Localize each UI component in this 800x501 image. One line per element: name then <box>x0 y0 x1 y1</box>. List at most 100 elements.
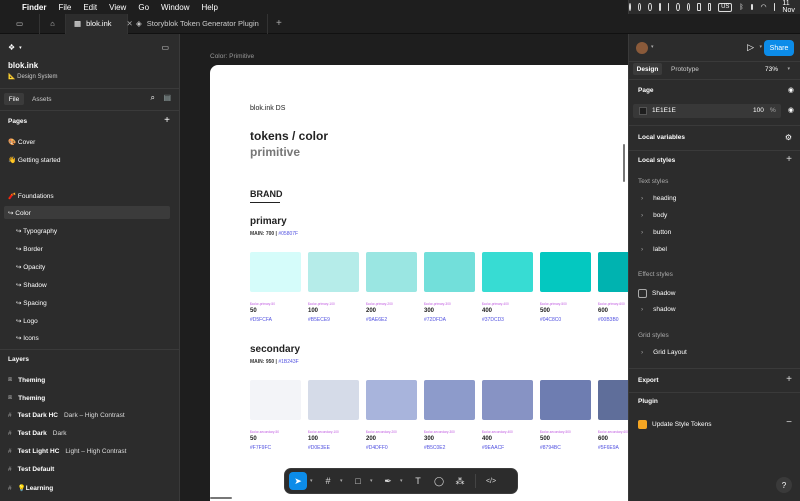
remove-plugin-icon[interactable]: − <box>786 417 792 428</box>
effect-group-shadow[interactable]: › shadow <box>641 306 676 313</box>
figma-menu[interactable]: ▭ <box>0 13 40 34</box>
color-frame[interactable]: blok.ink DS tokens / color primitive BRA… <box>210 65 628 501</box>
tab-file[interactable]: File <box>4 93 24 105</box>
text-style-label[interactable]: › label <box>641 246 667 253</box>
chevron-down-icon[interactable]: ▾ <box>310 478 316 484</box>
input-source[interactable]: US <box>718 2 733 12</box>
page-icons[interactable]: ↪ Icons <box>8 331 174 344</box>
eye-icon[interactable] <box>648 3 652 11</box>
layer-item[interactable]: ⧈ Theming <box>8 394 45 402</box>
text-style-body[interactable]: › body <box>641 212 667 219</box>
color-swatch[interactable] <box>366 252 417 292</box>
vertical-scrollbar[interactable] <box>623 144 625 182</box>
layer-item[interactable]: # Test Light HC Light – High Contrast <box>8 448 126 455</box>
actions-icon[interactable]: ⁂ <box>451 472 469 490</box>
canvas[interactable]: Color: Primitive blok.ink DS tokens / co… <box>180 34 628 501</box>
search-icon[interactable]: ⌕ <box>151 93 155 103</box>
page-getting-started[interactable]: 👋 Getting started <box>8 153 174 166</box>
present-icon[interactable]: ▷ <box>747 42 754 53</box>
chevron-down-icon[interactable]: ▾ <box>651 44 654 50</box>
add-page-icon[interactable]: + <box>164 115 170 126</box>
battery-icon[interactable] <box>750 4 754 10</box>
color-swatch[interactable] <box>308 380 359 420</box>
book-icon[interactable]: ▤ <box>163 93 171 102</box>
new-tab-button[interactable]: + <box>276 18 282 29</box>
sidebar-toggle-icon[interactable]: ▭ <box>16 19 23 28</box>
layer-item[interactable]: ⧈ Theming <box>8 376 45 384</box>
page-cover[interactable]: 🎨 Cover <box>8 135 174 148</box>
color-swatch[interactable] <box>424 252 475 292</box>
text-tool-icon[interactable]: T <box>409 472 427 490</box>
bluetooth-icon[interactable]: ᛒ <box>739 4 743 11</box>
tab-blok-ink[interactable]: ▦ blok.ink ✕ <box>66 13 133 34</box>
page-color[interactable]: ↪ Color <box>4 206 170 219</box>
color-swatch[interactable] <box>598 380 628 420</box>
color-swatch[interactable] <box>598 252 628 292</box>
eye-icon[interactable]: ◉ <box>788 106 794 114</box>
page-border[interactable]: ↪ Border <box>8 242 174 255</box>
chevron-down-icon[interactable]: ▾ <box>340 478 346 484</box>
frame-tool-icon[interactable]: # <box>319 472 337 490</box>
color-swatch[interactable] <box>250 380 301 420</box>
sliders-icon[interactable]: ⚙ <box>785 133 792 142</box>
shield-icon[interactable] <box>658 3 661 11</box>
zoom-level[interactable]: 73% <box>765 63 778 75</box>
menu-view[interactable]: View <box>109 3 126 12</box>
pen-tool-icon[interactable]: ✒ <box>379 472 397 490</box>
menu-file[interactable]: File <box>58 3 71 12</box>
project-name[interactable]: blok.ink <box>8 61 38 70</box>
layer-item[interactable]: # 💡Learning <box>8 484 53 493</box>
color-swatch[interactable] <box>424 380 475 420</box>
menu-edit[interactable]: Edit <box>83 3 97 12</box>
color-swatch[interactable] <box>639 107 647 115</box>
chevron-down-icon[interactable]: ▾ <box>400 478 406 484</box>
bird-icon[interactable] <box>667 3 670 11</box>
bell-icon[interactable] <box>676 3 680 11</box>
color-swatch[interactable] <box>482 380 533 420</box>
effect-style-shadow[interactable]: Shadow <box>638 289 676 298</box>
menu-window[interactable]: Window <box>161 3 189 12</box>
tab-design[interactable]: Design <box>633 63 662 75</box>
color-swatch[interactable] <box>540 380 591 420</box>
menu-go[interactable]: Go <box>138 3 149 12</box>
add-style-icon[interactable]: + <box>786 154 792 165</box>
keyboard-icon[interactable] <box>707 3 712 11</box>
comment-tool-icon[interactable]: ◯ <box>430 472 448 490</box>
color-swatch[interactable] <box>482 252 533 292</box>
color-swatch[interactable] <box>366 380 417 420</box>
page-typography[interactable]: ↪ Typography <box>8 224 174 237</box>
avatar[interactable] <box>636 42 648 54</box>
share-button[interactable]: Share <box>764 40 794 56</box>
local-variables[interactable]: Local variables <box>638 134 685 141</box>
help-button[interactable]: ? <box>776 477 792 493</box>
layer-item[interactable]: # Test Dark Dark <box>8 430 67 437</box>
color-swatch[interactable] <box>540 252 591 292</box>
record-icon[interactable] <box>629 3 631 11</box>
add-export-icon[interactable]: + <box>786 374 792 385</box>
horizontal-scrollbar[interactable] <box>210 497 232 499</box>
text-style-button[interactable]: › button <box>641 229 671 236</box>
frame-label[interactable]: Color: Primitive <box>210 53 254 60</box>
color-swatch[interactable] <box>308 252 359 292</box>
tab-storyblok-plugin[interactable]: ◈ Storyblok Token Generator Plugin <box>128 13 268 34</box>
info-icon[interactable] <box>686 3 691 11</box>
dev-mode-icon[interactable]: </> <box>482 472 500 490</box>
grid-style-layout[interactable]: › Grid Layout <box>641 349 687 356</box>
page-opacity[interactable]: 100 <box>753 107 764 114</box>
rectangle-tool-icon[interactable]: □ <box>349 472 367 490</box>
tab-prototype[interactable]: Prototype <box>671 63 699 75</box>
move-tool-icon[interactable]: ➤ <box>289 472 307 490</box>
page-logo[interactable]: ↪ Logo <box>8 314 174 327</box>
layer-item[interactable]: # Test Dark HC Dark – High Contrast <box>8 412 125 419</box>
menu-help[interactable]: Help <box>201 3 217 12</box>
control-center-icon[interactable] <box>773 3 776 11</box>
page-spacing[interactable]: ↪ Spacing <box>8 296 174 309</box>
wifi-icon[interactable]: ◠ <box>760 3 766 11</box>
fingerprint-icon[interactable] <box>637 3 642 11</box>
chevron-down-icon[interactable]: ▾ <box>787 66 790 72</box>
layer-item[interactable]: # Test Default <box>8 466 54 473</box>
main-menu[interactable]: ❖ ▾ <box>8 43 22 52</box>
page-color-value[interactable]: 1E1E1E <box>652 107 676 114</box>
plugin-item[interactable]: Update Style Tokens <box>638 420 712 429</box>
menu-app-name[interactable]: Finder <box>22 3 46 12</box>
